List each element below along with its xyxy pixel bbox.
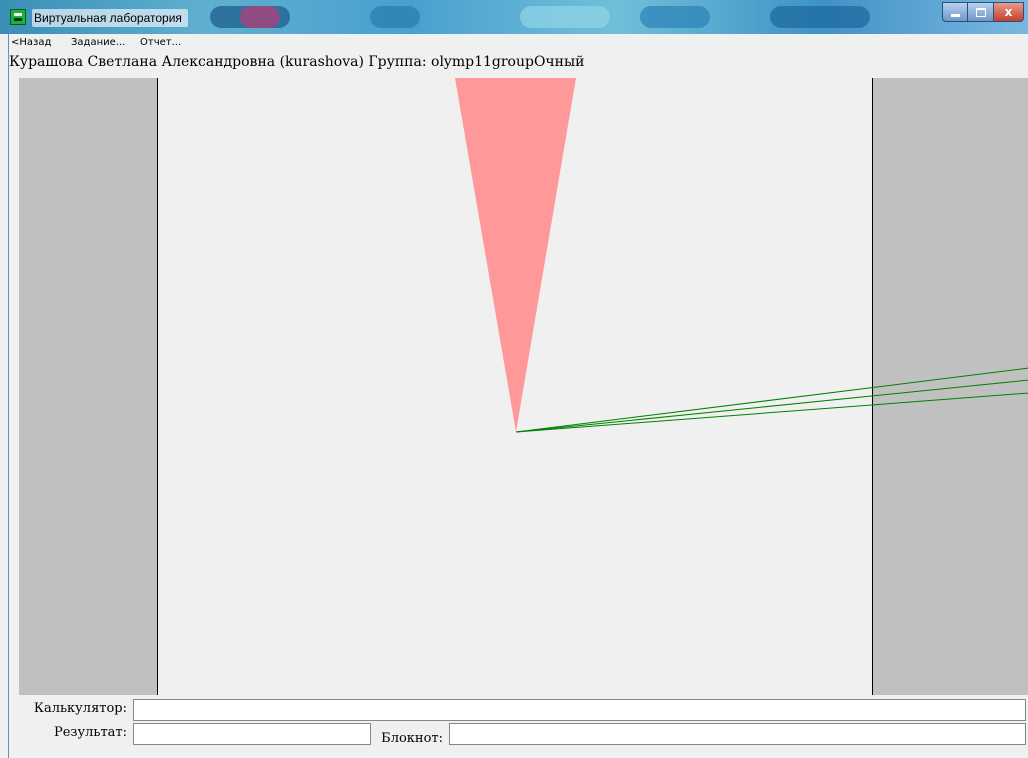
maximize-icon xyxy=(975,7,986,17)
result-label: Результат: xyxy=(53,725,127,740)
notepad-label: Блокнот: xyxy=(381,731,443,746)
client-area: <Назад Задание... Отчет... Курашова Свет… xyxy=(8,34,1028,758)
notepad-input[interactable] xyxy=(449,723,1026,745)
window-title: Виртуальная лаборатория xyxy=(32,9,188,27)
title-bar[interactable]: Виртуальная лаборатория x xyxy=(0,0,1028,34)
left-medium-panel xyxy=(19,78,157,695)
titlebar-decoration xyxy=(520,6,610,28)
titlebar-decoration xyxy=(640,6,710,28)
calculator-input[interactable] xyxy=(133,699,1026,721)
minimize-icon xyxy=(950,13,960,17)
right-medium-panel xyxy=(873,78,1028,695)
titlebar-decoration xyxy=(770,6,870,28)
result-field[interactable] xyxy=(133,723,371,745)
titlebar-decoration xyxy=(370,6,420,28)
menu-bar: <Назад Задание... Отчет... xyxy=(9,34,1028,52)
simulation-canvas[interactable] xyxy=(19,78,1028,695)
close-button[interactable]: x xyxy=(994,2,1024,22)
minimize-button[interactable] xyxy=(942,2,968,22)
close-icon: x xyxy=(1004,5,1013,19)
menu-report[interactable]: Отчет... xyxy=(140,36,181,50)
lab-app-icon[interactable] xyxy=(10,9,26,25)
titlebar-decoration xyxy=(240,6,280,28)
calculator-label: Калькулятор: xyxy=(33,701,127,716)
user-info: Курашова Светлана Александровна (kurasho… xyxy=(9,54,585,70)
maximize-button[interactable] xyxy=(968,2,994,22)
menu-back[interactable]: <Назад xyxy=(11,36,51,50)
simulation-scene xyxy=(19,78,1028,695)
menu-task[interactable]: Задание... xyxy=(71,36,125,50)
